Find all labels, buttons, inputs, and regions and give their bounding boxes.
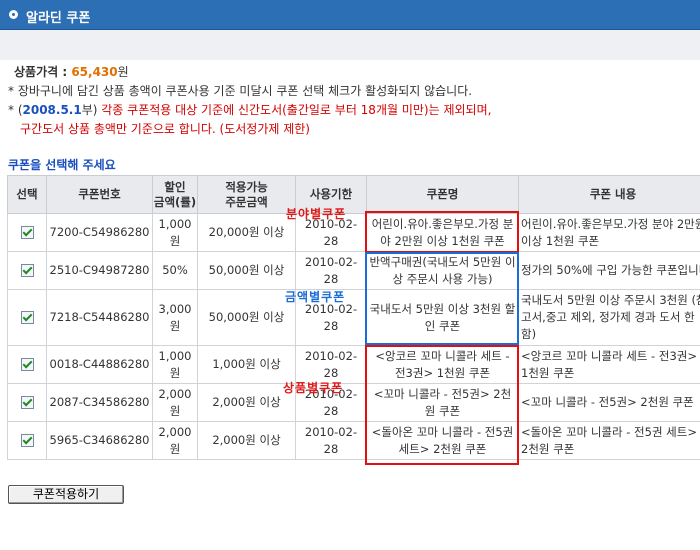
coupon-discount: 50% <box>152 251 198 290</box>
coupon-checkbox[interactable] <box>20 358 34 371</box>
coupon-content: 정가의 50%에 구입 가능한 쿠폰입니다. <box>518 251 700 290</box>
coupon-number: 2510-C94987280 <box>46 251 153 290</box>
coupon-name: <꼬마 니콜라 - 전5권> 2천원 쿠폰 <box>366 383 519 422</box>
col-min-order: 적용가능 주문금액 <box>197 175 296 214</box>
coupon-checkbox[interactable] <box>20 434 34 447</box>
info-section: 상품가격 : 65,430원 * 장바구니에 담긴 상품 총액이 쿠폰사용 기준… <box>8 63 698 139</box>
coupon-checkbox[interactable] <box>20 311 34 324</box>
coupon-number: 5965-C34686280 <box>46 421 153 460</box>
coupon-discount: 3,000원 <box>152 289 198 346</box>
notice-2-mid: 부) <box>81 103 102 117</box>
coupon-number: 7218-C54486280 <box>46 289 153 346</box>
apply-coupon-button[interactable]: 쿠폰적용하기 <box>8 485 124 504</box>
notice-2: * (2008.5.1부) 각종 쿠폰적용 대상 기준에 신간도서(출간일로 부… <box>8 101 698 120</box>
coupon-name: 반액구매권(국내도서 5만원 이상 주문시 사용 가능) <box>366 251 519 290</box>
coupon-name: <앙코르 꼬마 니콜라 세트 - 전3권> 1천원 쿠폰 <box>366 345 519 384</box>
notice-3-red: 구간도서 상품 총액만 기준으로 합니다. (도서정가제 제한) <box>20 122 310 136</box>
price-value: 65,430 <box>71 65 118 79</box>
coupon-expiry: 2010-02-28 <box>295 421 367 460</box>
table-row: 7200-C54986280 1,000원 20,000원 이상 2010-02… <box>7 213 700 252</box>
price-line: 상품가격 : 65,430원 <box>8 63 698 82</box>
coupon-name: <돌아온 꼬마 니콜라 - 전5권 세트> 2천원 쿠폰 <box>366 421 519 460</box>
table-row: 5965-C34686280 2,000원 2,000원 이상 2010-02-… <box>7 421 700 460</box>
price-label: 상품가격 : <box>14 65 72 79</box>
coupon-min-order: 20,000원 이상 <box>197 213 296 252</box>
coupon-checkbox[interactable] <box>20 264 34 277</box>
coupon-number: 7200-C54986280 <box>46 213 153 252</box>
coupon-min-order: 50,000원 이상 <box>197 251 296 290</box>
table-row: 7218-C54486280 3,000원 50,000원 이상 2010-02… <box>7 289 700 346</box>
notice-1: * 장바구니에 담긴 상품 총액이 쿠폰사용 기준 미달시 쿠폰 선택 체크가 … <box>8 84 473 98</box>
window-title-bar: 알라딘 쿠폰 <box>0 0 700 30</box>
product-coupon-note: 상품별쿠폰 <box>283 381 344 395</box>
coupon-content: <돌아온 꼬마 니콜라 - 전5권 세트> 2천원 쿠폰 <box>518 421 700 460</box>
coupon-discount: 2,000원 <box>152 383 198 422</box>
coupon-content: <꼬마 니콜라 - 전5권> 2천원 쿠폰 <box>518 383 700 422</box>
coupon-name: 어린이.유아.좋은부모.가정 분야 2만원 이상 1천원 쿠폰 <box>366 213 519 252</box>
coupon-table: 선택 쿠폰번호 할인 금액(률) 적용가능 주문금액 사용기한 쿠폰명 쿠폰 내… <box>7 175 700 460</box>
col-coupon-number: 쿠폰번호 <box>46 175 153 214</box>
coupon-content: <앙코르 꼬마 니콜라 세트 - 전3권> 1천원 쿠폰 <box>518 345 700 384</box>
bullet-icon <box>9 10 18 19</box>
coupon-name: 국내도서 5만원 이상 3천원 할인 쿠폰 <box>366 289 519 346</box>
col-coupon-name: 쿠폰명 <box>366 175 519 214</box>
col-coupon-content: 쿠폰 내용 <box>518 175 700 214</box>
coupon-min-order: 50,000원 이상 <box>197 289 296 346</box>
table-row: 2087-C34586280 2,000원 2,000원 이상 2010-02-… <box>7 383 700 422</box>
table-row: 0018-C44886280 1,000원 1,000원 이상 2010-02-… <box>7 345 700 384</box>
coupon-number: 2087-C34586280 <box>46 383 153 422</box>
notice-3: 구간도서 상품 총액만 기준으로 합니다. (도서정가제 제한) <box>8 120 698 139</box>
select-coupon-title: 쿠폰을 선택해 주세요 <box>8 158 116 172</box>
coupon-discount: 1,000원 <box>152 213 198 252</box>
coupon-min-order: 2,000원 이상 <box>197 421 296 460</box>
coupon-discount: 1,000원 <box>152 345 198 384</box>
coupon-checkbox[interactable] <box>20 396 34 409</box>
price-unit: 원 <box>117 65 129 79</box>
col-select: 선택 <box>7 175 47 214</box>
coupon-min-order: 2,000원 이상 <box>197 383 296 422</box>
coupon-number: 0018-C44886280 <box>46 345 153 384</box>
coupon-checkbox[interactable] <box>20 226 34 239</box>
notice-2-date: 2008.5.1 <box>22 103 82 117</box>
amount-coupon-note: 금액별쿠폰 <box>285 290 346 304</box>
coupon-expiry: 2010-02-28 <box>295 251 367 290</box>
category-coupon-note: 분야별쿠폰 <box>286 207 347 221</box>
col-discount: 할인 금액(률) <box>152 175 198 214</box>
table-row: 2510-C94987280 50% 50,000원 이상 2010-02-28… <box>7 251 700 290</box>
notice-2-prefix: * ( <box>8 103 23 117</box>
table-header-row: 선택 쿠폰번호 할인 금액(률) 적용가능 주문금액 사용기한 쿠폰명 쿠폰 내… <box>7 175 700 214</box>
coupon-expiry: 2010-02-28 <box>295 345 367 384</box>
coupon-min-order: 1,000원 이상 <box>197 345 296 384</box>
notice-2-red: 각종 쿠폰적용 대상 기준에 신간도서(출간일로 부터 18개월 미만)는 제외… <box>101 103 492 117</box>
coupon-discount: 2,000원 <box>152 421 198 460</box>
coupon-content: 국내도서 5만원 이상 주문시 3천원 (참고서,중고 제외, 정가제 경과 도… <box>518 289 700 346</box>
subheader-bar <box>0 30 700 60</box>
coupon-content: 어린이.유아.좋은부모.가정 분야 2만원 이상 1천원 쿠폰 <box>518 213 700 252</box>
window-title: 알라딘 쿠폰 <box>26 11 91 26</box>
